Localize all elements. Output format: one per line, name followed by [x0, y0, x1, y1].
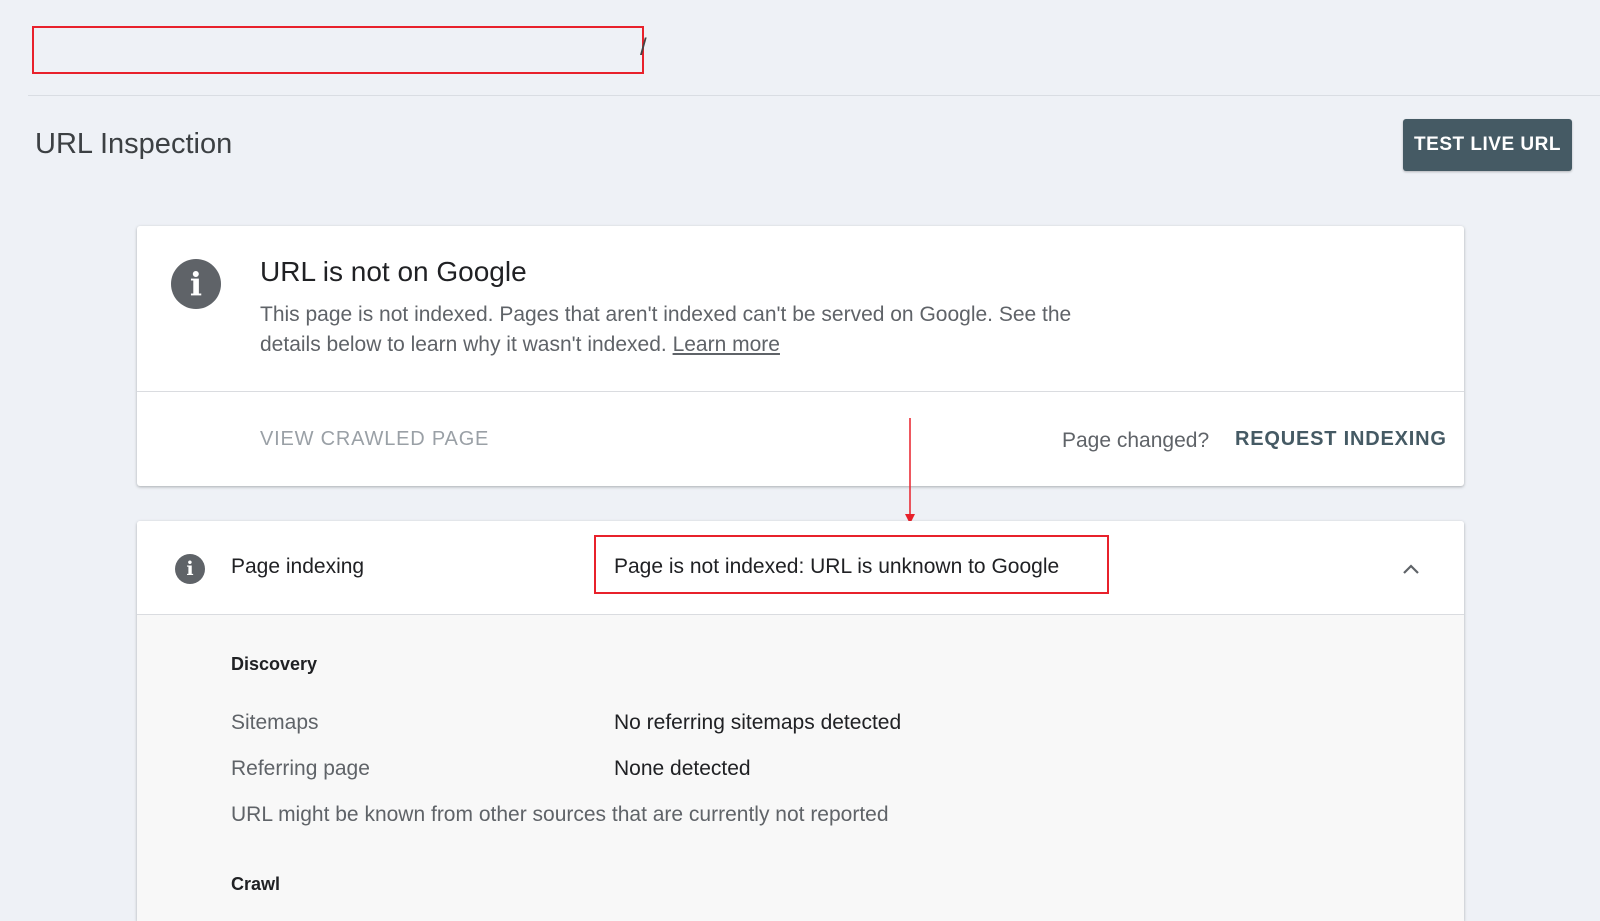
url-trailing-slash: / — [640, 34, 647, 61]
sitemaps-value: No referring sitemaps detected — [614, 711, 902, 734]
page-title: URL Inspection — [35, 128, 233, 160]
crawl-section-title: Crawl — [231, 874, 281, 894]
sitemaps-label: Sitemaps — [231, 711, 319, 734]
page-changed-label: Page changed? — [1062, 429, 1210, 452]
discovery-note: URL might be known from other sources th… — [231, 803, 889, 826]
chevron-up-icon[interactable] — [1399, 557, 1423, 581]
status-description: This page is not indexed. Pages that are… — [260, 300, 1120, 360]
page-indexing-header[interactable]: i Page indexing Page is not indexed: URL… — [137, 521, 1464, 615]
test-live-url-button[interactable]: TEST LIVE URL — [1403, 119, 1572, 171]
info-icon: i — [171, 259, 221, 309]
inspected-url-bar: / — [28, 0, 1600, 96]
referring-page-value: None detected — [614, 757, 751, 780]
page-indexing-panel: i Page indexing Page is not indexed: URL… — [137, 521, 1464, 921]
url-status-card: i URL is not on Google This page is not … — [137, 226, 1464, 486]
page-indexing-label: Page indexing — [231, 555, 365, 578]
learn-more-link[interactable]: Learn more — [673, 333, 780, 356]
status-description-text: This page is not indexed. Pages that are… — [260, 303, 1072, 356]
indexing-verdict: Page is not indexed: URL is unknown to G… — [614, 555, 1060, 578]
page-indexing-details: Discovery Sitemaps No referring sitemaps… — [137, 615, 1464, 921]
card-divider — [137, 391, 1464, 392]
status-title: URL is not on Google — [260, 256, 527, 287]
request-indexing-button[interactable]: REQUEST INDEXING — [1235, 428, 1447, 451]
redacted-url-box — [32, 26, 644, 74]
discovery-section-title: Discovery — [231, 654, 318, 674]
annotation-arrow — [905, 418, 915, 524]
referring-page-label: Referring page — [231, 757, 370, 780]
info-icon: i — [175, 554, 205, 584]
view-crawled-page-button[interactable]: VIEW CRAWLED PAGE — [260, 428, 489, 451]
